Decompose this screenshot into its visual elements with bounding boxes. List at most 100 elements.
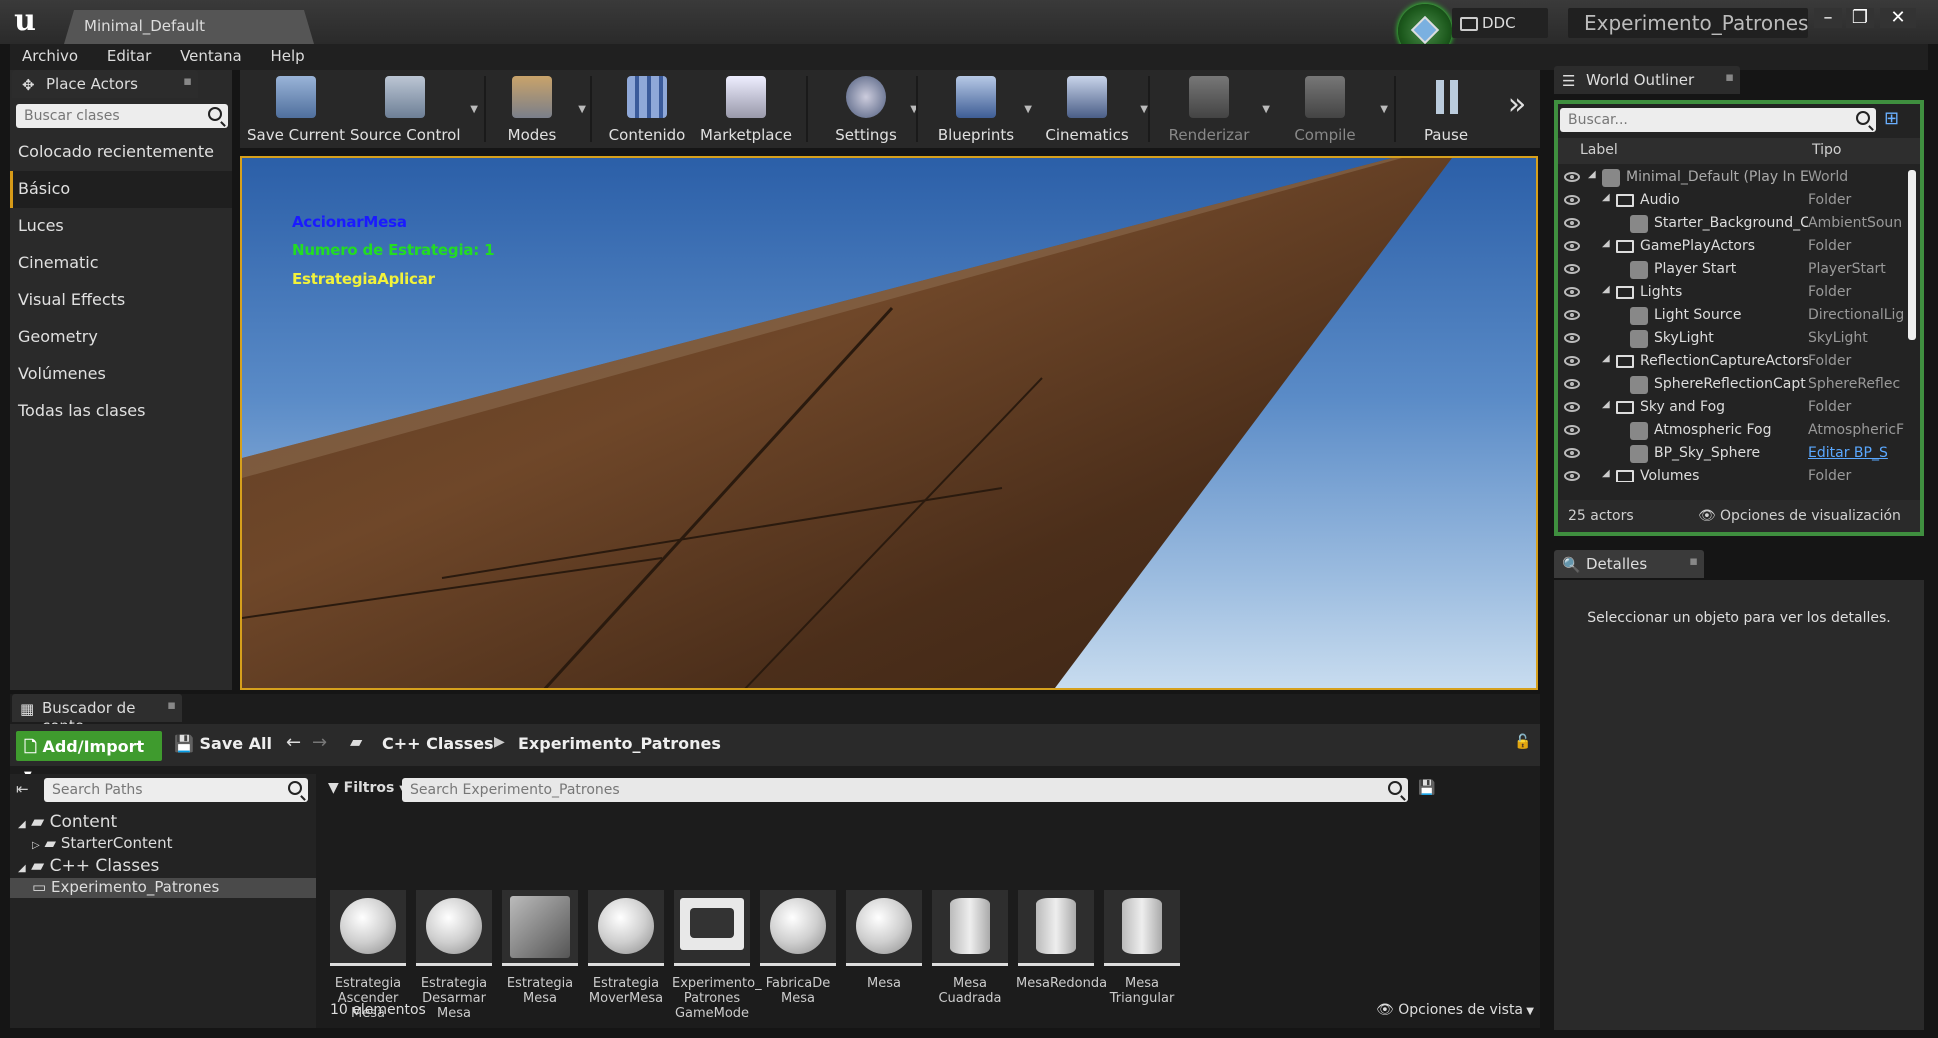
category-visual-effects[interactable]: Visual Effects bbox=[10, 282, 232, 319]
visibility-eye-icon[interactable] bbox=[1564, 218, 1580, 228]
asset-tile[interactable]: Experimento_ Patrones GameMode bbox=[672, 890, 762, 1021]
minimize-button[interactable]: – bbox=[1814, 8, 1842, 28]
ddc-button[interactable]: DDC bbox=[1452, 8, 1548, 38]
pause-button[interactable]: Pause bbox=[1406, 70, 1486, 148]
expand-arrow-icon[interactable]: ◢ bbox=[1602, 192, 1610, 203]
tree-item-cpp[interactable]: ◢ ▰ C++ Classes bbox=[10, 856, 316, 878]
tree-item-starter[interactable]: ▷ ▰ StarterContent bbox=[10, 834, 316, 856]
outliner-scrollbar[interactable] bbox=[1908, 170, 1916, 340]
chevron-down-icon[interactable]: ▼ bbox=[1380, 104, 1388, 115]
outliner-row[interactable]: ◢ Audio Folder bbox=[1558, 189, 1910, 212]
outliner-row[interactable]: SphereReflectionCapt SphereReflec bbox=[1558, 373, 1910, 396]
expand-arrow-icon[interactable]: ◢ bbox=[1588, 169, 1596, 180]
visibility-eye-icon[interactable] bbox=[1564, 356, 1580, 366]
modes-button[interactable]: Modes ▼ bbox=[492, 70, 586, 148]
outliner-row[interactable]: ◢ GamePlayActors Folder bbox=[1558, 235, 1910, 258]
breadcrumb-experimento[interactable]: Experimento_Patrones bbox=[518, 734, 721, 753]
back-arrow-icon[interactable]: ← bbox=[286, 732, 301, 753]
asset-tile[interactable]: MesaRedonda bbox=[1016, 890, 1107, 991]
col-label-header[interactable]: Label bbox=[1580, 142, 1618, 158]
chevron-down-icon[interactable]: ▼ bbox=[470, 104, 478, 115]
expand-arrow-icon[interactable]: ◢ bbox=[1602, 399, 1610, 410]
chevron-down-icon[interactable]: ▼ bbox=[578, 104, 586, 115]
search-paths-input[interactable]: Search Paths bbox=[44, 778, 308, 802]
menu-editar[interactable]: Editar bbox=[95, 44, 163, 68]
visibility-eye-icon[interactable] bbox=[1564, 448, 1580, 458]
expand-arrow-icon[interactable]: ◢ bbox=[1602, 468, 1610, 479]
level-viewport[interactable]: AccionarMesa Numero de Estrategia: 1 Est… bbox=[240, 156, 1538, 690]
col-type-header[interactable]: Tipo bbox=[1812, 142, 1841, 158]
asset-tile[interactable]: Estrategia Desarmar Mesa bbox=[414, 890, 494, 1021]
outliner-row[interactable]: ◢ Lights Folder bbox=[1558, 281, 1910, 304]
asset-tile[interactable]: Estrategia Mesa bbox=[500, 890, 580, 1006]
menu-help[interactable]: Help bbox=[258, 44, 316, 68]
tab-close-icon[interactable]: ▪ bbox=[1725, 70, 1734, 85]
menu-ventana[interactable]: Ventana bbox=[168, 44, 254, 68]
visibility-eye-icon[interactable] bbox=[1564, 310, 1580, 320]
visibility-eye-icon[interactable] bbox=[1564, 471, 1580, 481]
category-volumenes[interactable]: Volúmenes bbox=[10, 356, 232, 393]
source-control-button[interactable]: Source Control ▼ bbox=[350, 70, 478, 148]
visibility-eye-icon[interactable] bbox=[1564, 172, 1580, 182]
place-actors-tab[interactable]: ✥ Place Actors ▪ bbox=[12, 70, 198, 98]
save-search-icon[interactable]: 💾 bbox=[1418, 780, 1435, 796]
outliner-row[interactable]: Starter_Background_C AmbientSoun bbox=[1558, 212, 1910, 235]
chevron-down-icon[interactable]: ▼ bbox=[1140, 104, 1148, 115]
visibility-eye-icon[interactable] bbox=[1564, 425, 1580, 435]
category-basico[interactable]: Básico bbox=[10, 171, 232, 208]
outliner-row[interactable]: ◢ Sky and Fog Folder bbox=[1558, 396, 1910, 419]
outliner-row[interactable]: ◢ Minimal_Default (Play In E World bbox=[1558, 166, 1910, 189]
outliner-row[interactable]: Player Start PlayerStart bbox=[1558, 258, 1910, 281]
asset-tile[interactable]: Estrategia MoverMesa bbox=[586, 890, 666, 1006]
expand-arrow-icon[interactable]: ◢ bbox=[1602, 284, 1610, 295]
sources-toggle-icon[interactable]: ⇤ bbox=[16, 780, 29, 798]
level-tab[interactable]: Minimal_Default bbox=[64, 10, 314, 44]
category-luces[interactable]: Luces bbox=[10, 208, 232, 245]
outliner-search-input[interactable]: Buscar... bbox=[1560, 108, 1876, 132]
chevron-down-icon[interactable]: ▼ bbox=[1024, 104, 1032, 115]
settings-button[interactable]: Settings ▼ bbox=[816, 70, 918, 148]
content-browser-tab[interactable]: ▦ Buscador de conte ▪ bbox=[12, 694, 182, 735]
visibility-eye-icon[interactable] bbox=[1564, 264, 1580, 274]
contenido-button[interactable]: Contenido bbox=[602, 70, 692, 148]
toolbar-overflow-button[interactable]: » bbox=[1502, 70, 1532, 148]
category-geometry[interactable]: Geometry bbox=[10, 319, 232, 356]
world-outliner-tab[interactable]: ☰ World Outliner ▪ bbox=[1554, 66, 1740, 94]
menu-archivo[interactable]: Archivo bbox=[10, 44, 90, 68]
visibility-eye-icon[interactable] bbox=[1564, 241, 1580, 251]
save-current-button[interactable]: Save Current bbox=[246, 70, 346, 148]
blueprints-button[interactable]: Blueprints ▼ bbox=[926, 70, 1032, 148]
category-cinematic[interactable]: Cinematic bbox=[10, 245, 232, 282]
add-filter-icon[interactable]: ⊞ bbox=[1884, 108, 1912, 132]
asset-tile[interactable]: Mesa Cuadrada bbox=[930, 890, 1010, 1006]
expand-arrow-icon[interactable]: ◢ bbox=[1602, 353, 1610, 364]
tab-close-icon[interactable]: ▪ bbox=[167, 698, 176, 713]
visibility-eye-icon[interactable] bbox=[1564, 402, 1580, 412]
view-options-button[interactable]: Opciones de visualización bbox=[1720, 508, 1901, 524]
asset-tile[interactable]: Mesa bbox=[844, 890, 924, 991]
lock-icon[interactable]: 🔓 bbox=[1514, 734, 1531, 750]
restore-button[interactable]: ❐ bbox=[1846, 8, 1874, 28]
details-tab[interactable]: 🔍 Detalles ▪ bbox=[1554, 550, 1704, 578]
tree-item-content[interactable]: ◢ ▰ Content bbox=[10, 812, 316, 834]
category-todas[interactable]: Todas las clases bbox=[10, 393, 232, 430]
add-import-button[interactable]: 🗋 Add/Import ▼ bbox=[16, 731, 162, 781]
cinematics-button[interactable]: Cinematics ▼ bbox=[1032, 70, 1148, 148]
save-all-button[interactable]: 💾 Save All bbox=[174, 734, 272, 753]
outliner-row[interactable]: ◢ ReflectionCaptureActors Folder bbox=[1558, 350, 1910, 373]
class-search-input[interactable]: Buscar clases bbox=[16, 104, 228, 128]
asset-tile[interactable]: FabricaDe Mesa bbox=[758, 890, 838, 1006]
asset-tile[interactable]: Mesa Triangular bbox=[1102, 890, 1182, 1006]
outliner-row[interactable]: SkyLight SkyLight bbox=[1558, 327, 1910, 350]
tab-close-icon[interactable]: ▪ bbox=[183, 74, 192, 89]
outliner-row-type[interactable]: Editar BP_S bbox=[1808, 445, 1910, 461]
tab-close-icon[interactable]: ▪ bbox=[1689, 554, 1698, 569]
marketplace-button[interactable]: Marketplace bbox=[696, 70, 796, 148]
compile-button[interactable]: Compile ▼ bbox=[1270, 70, 1388, 148]
visibility-eye-icon[interactable] bbox=[1564, 195, 1580, 205]
visibility-eye-icon[interactable] bbox=[1564, 379, 1580, 389]
forward-arrow-icon[interactable]: → bbox=[312, 732, 327, 753]
tree-item-experimento[interactable]: ▭ Experimento_Patrones bbox=[10, 878, 316, 898]
outliner-row[interactable]: BP_Sky_Sphere Editar BP_S bbox=[1558, 442, 1910, 465]
category-recent[interactable]: Colocado recientemente bbox=[10, 134, 232, 171]
